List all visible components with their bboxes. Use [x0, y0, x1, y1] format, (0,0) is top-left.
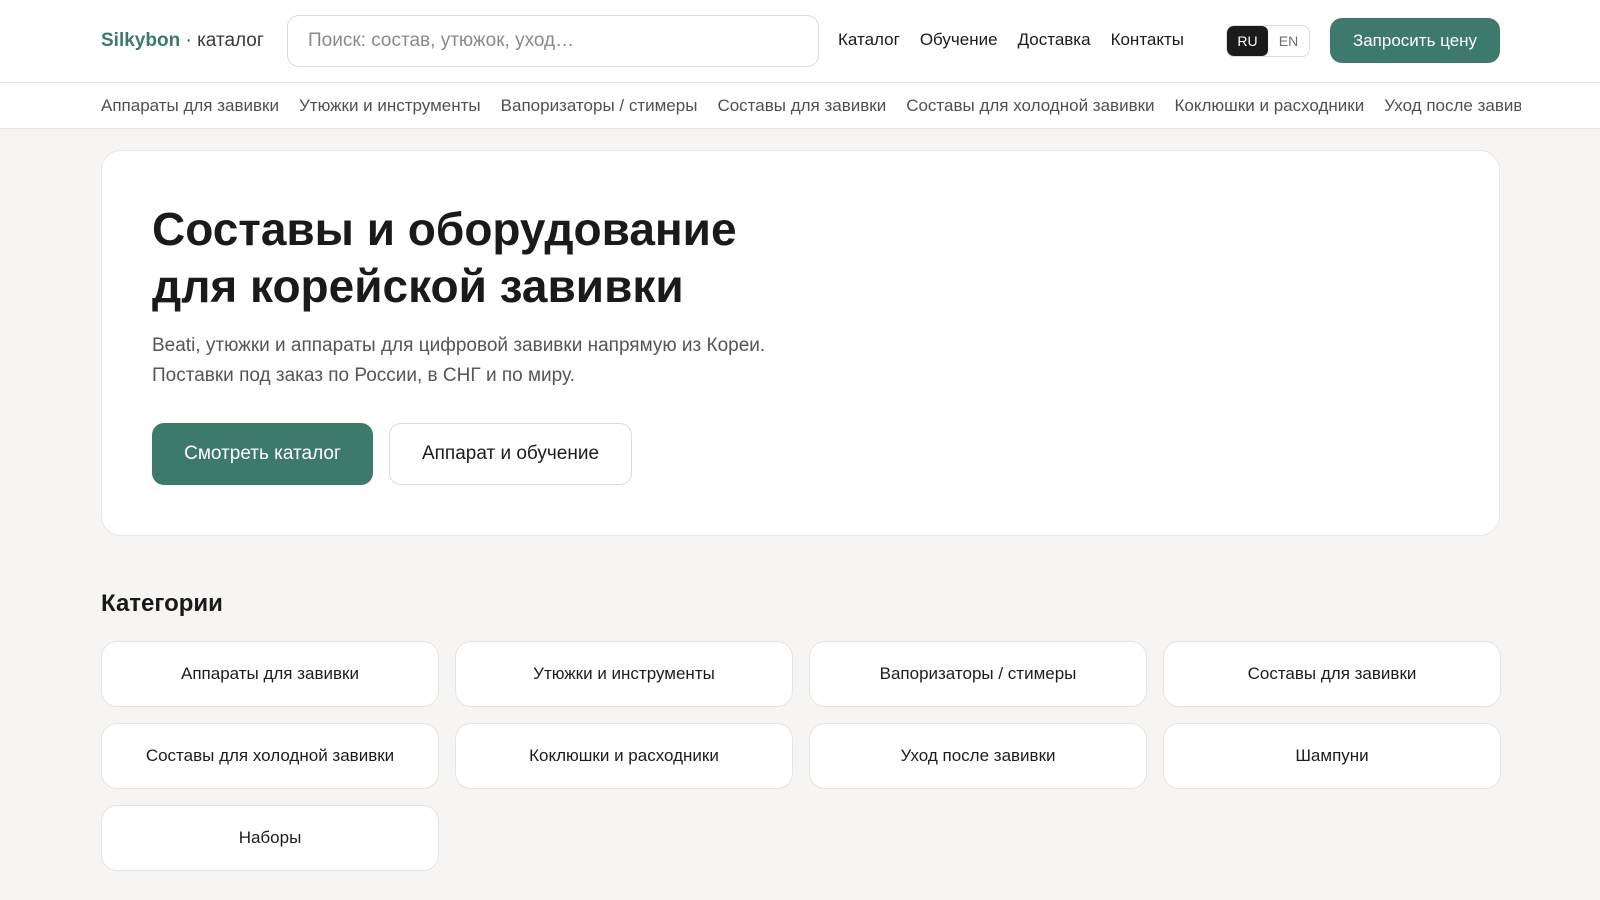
hero-title: Составы и оборудование для корейской зав…	[152, 201, 792, 315]
categories-grid: Аппараты для завивки Утюжки и инструмент…	[101, 641, 1501, 871]
category-card[interactable]: Уход после завивки	[809, 723, 1147, 789]
hero-description: Beati, утюжки и аппараты для цифровой за…	[152, 335, 766, 386]
brand-logo[interactable]: Silkybon · каталог	[101, 30, 264, 52]
brand-subtitle: · каталог	[180, 30, 264, 51]
brand-name: Silkybon	[101, 30, 181, 51]
nav-link-contacts[interactable]: Контакты	[1111, 30, 1184, 50]
hero-card: Составы и оборудование для корейской зав…	[101, 150, 1500, 536]
category-card[interactable]: Шампуни	[1163, 723, 1501, 789]
main-nav: Каталог Обучение Доставка Контакты	[838, 30, 1184, 50]
top-header: Silkybon · каталог Каталог Обучение Дост…	[0, 0, 1600, 83]
category-card[interactable]: Коклюшки и расходники	[455, 723, 793, 789]
hero-title-line-2: для корейской завивки	[152, 260, 684, 312]
categories-title: Категории	[101, 590, 223, 617]
category-nav-scroller: Аппараты для завивки Утюжки и инструмент…	[101, 83, 1521, 129]
lang-en-option[interactable]: EN	[1268, 26, 1309, 56]
category-nav-item[interactable]: Утюжки и инструменты	[299, 96, 481, 116]
category-card[interactable]: Наборы	[101, 805, 439, 871]
category-nav-item[interactable]: Уход после завивки	[1384, 96, 1521, 116]
nav-link-delivery[interactable]: Доставка	[1018, 30, 1091, 50]
category-card[interactable]: Утюжки и инструменты	[455, 641, 793, 707]
hero-title-line-1: Составы и оборудование	[152, 203, 737, 255]
category-nav-item[interactable]: Коклюшки и расходники	[1175, 96, 1365, 116]
category-nav-item[interactable]: Составы для холодной завивки	[906, 96, 1154, 116]
category-nav-item[interactable]: Аппараты для завивки	[101, 96, 279, 116]
category-card[interactable]: Составы для завивки	[1163, 641, 1501, 707]
device-training-button[interactable]: Аппарат и обучение	[389, 423, 632, 485]
nav-link-catalog[interactable]: Каталог	[838, 30, 900, 50]
category-nav-bar: Аппараты для завивки Утюжки и инструмент…	[0, 83, 1600, 129]
request-price-button[interactable]: Запросить цену	[1330, 18, 1500, 63]
category-card[interactable]: Составы для холодной завивки	[101, 723, 439, 789]
search-input[interactable]	[287, 15, 819, 67]
nav-link-training[interactable]: Обучение	[920, 30, 998, 50]
category-card[interactable]: Вапоризаторы / стимеры	[809, 641, 1147, 707]
language-switcher: RU EN	[1226, 25, 1310, 57]
category-card[interactable]: Аппараты для завивки	[101, 641, 439, 707]
view-catalog-button[interactable]: Смотреть каталог	[152, 423, 373, 485]
category-nav-item[interactable]: Вапоризаторы / стимеры	[501, 96, 698, 116]
category-nav-item[interactable]: Составы для завивки	[717, 96, 886, 116]
lang-ru-option[interactable]: RU	[1227, 26, 1268, 56]
